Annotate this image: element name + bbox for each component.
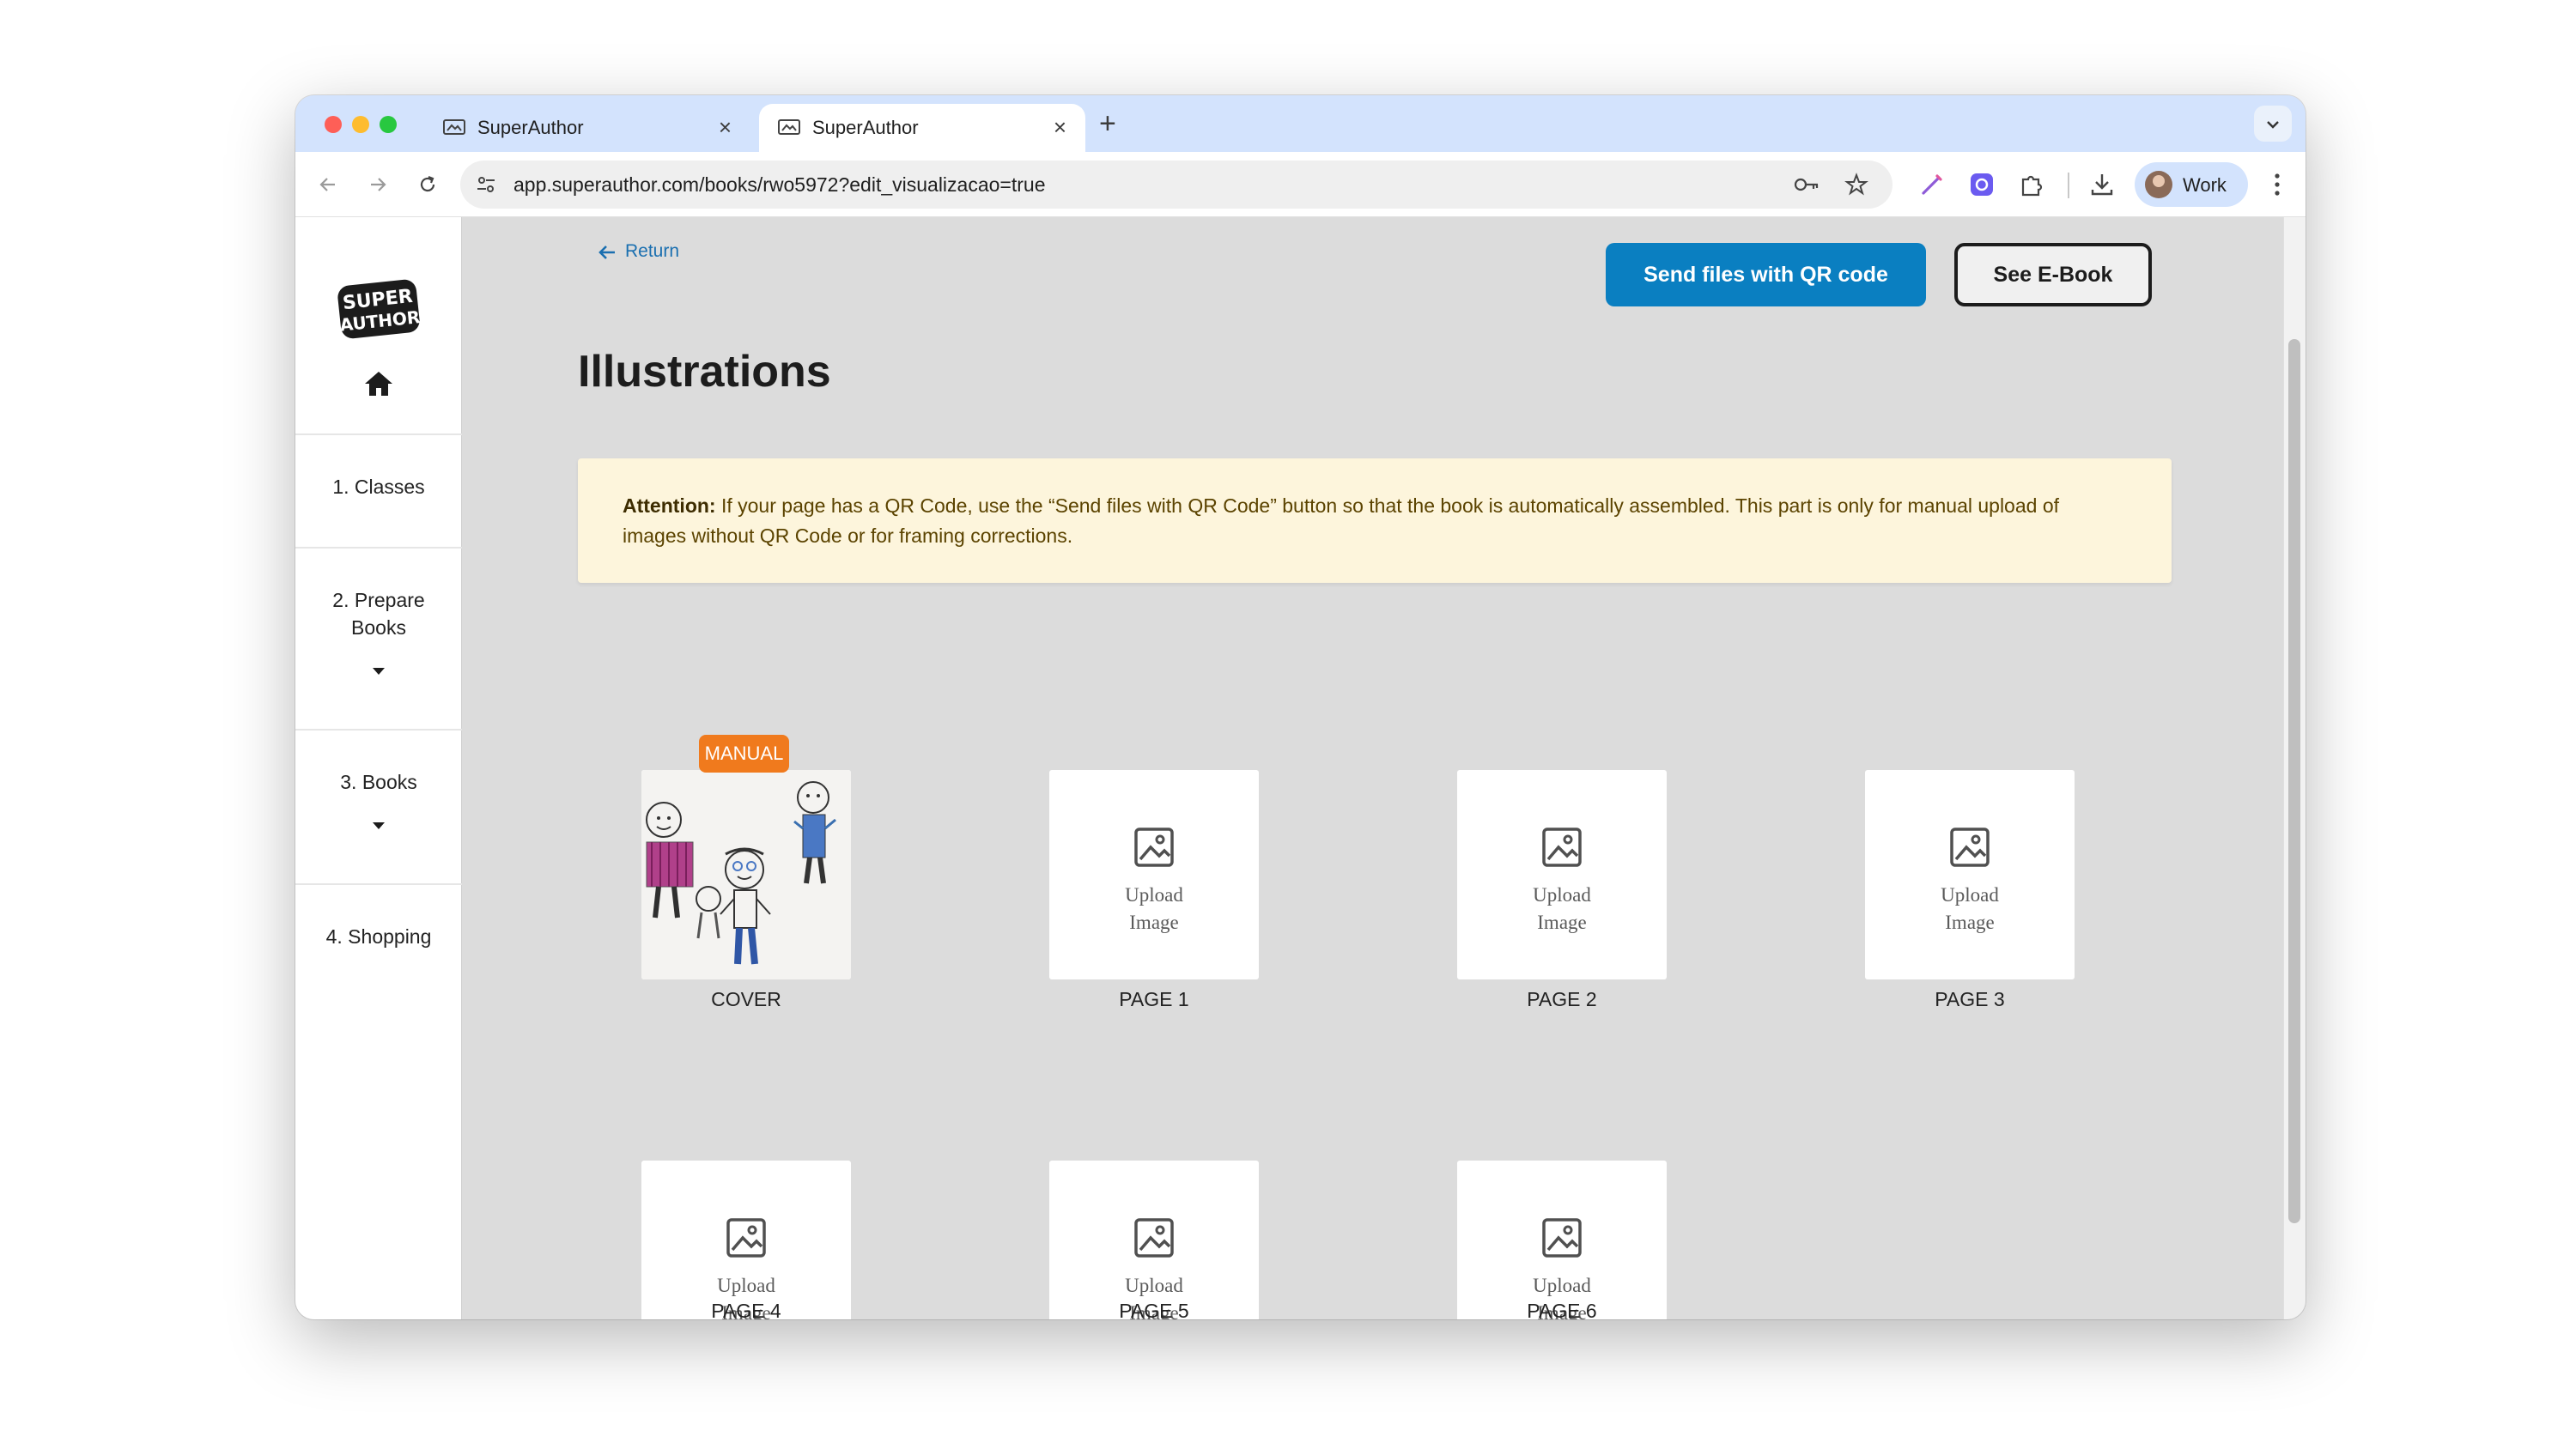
- page-label: PAGE 1: [1119, 988, 1189, 1010]
- puzzle-icon[interactable]: [2018, 171, 2045, 198]
- page-viewport: SUPER AUTHOR 1. Classes 2. Prepare Books…: [295, 217, 2306, 1319]
- upload-image-page-3[interactable]: Upload Image: [1865, 770, 2075, 979]
- scrollbar[interactable]: [2283, 217, 2306, 1319]
- tab-close-button[interactable]: ×: [1054, 114, 1066, 140]
- maximize-window-button[interactable]: [380, 116, 397, 133]
- download-icon[interactable]: [2088, 171, 2116, 198]
- upload-image-page-6[interactable]: Upload Image: [1457, 1161, 1667, 1319]
- upload-image-text: Upload Image: [1941, 884, 1999, 933]
- scrollbar-thumb[interactable]: [2288, 339, 2300, 1223]
- forward-button[interactable]: [361, 167, 395, 202]
- sidebar: SUPER AUTHOR 1. Classes 2. Prepare Books…: [295, 217, 462, 1319]
- site-info-icon[interactable]: [474, 173, 498, 197]
- image-icon: [1134, 1218, 1174, 1258]
- favicon-icon: [778, 119, 800, 135]
- manual-badge: MANUAL: [699, 735, 789, 773]
- page-label: PAGE 3: [1935, 988, 2005, 1010]
- tab-strip: SuperAuthor × SuperAuthor × +: [295, 95, 2306, 152]
- more-vert-icon[interactable]: [2270, 171, 2284, 198]
- return-label: Return: [625, 241, 680, 261]
- page-label: PAGE 5: [1119, 1300, 1189, 1319]
- box-extension-icon[interactable]: [1968, 171, 1996, 198]
- upload-image-text: Upload Image: [1125, 884, 1183, 933]
- image-icon: [1542, 1218, 1582, 1258]
- browser-toolbar: app.superauthor.com/books/rwo5972?edit_v…: [295, 152, 2306, 217]
- browser-window: SuperAuthor × SuperAuthor × + app.supera…: [295, 95, 2306, 1319]
- minimize-window-button[interactable]: [352, 116, 369, 133]
- profile-label: Work: [2183, 174, 2227, 196]
- cover-drawing-image: [641, 770, 851, 979]
- chevron-down-icon: [2267, 121, 2279, 129]
- browser-tab-1[interactable]: SuperAuthor ×: [424, 104, 750, 152]
- new-tab-button[interactable]: +: [1099, 109, 1116, 138]
- tab-search-button[interactable]: [2254, 106, 2292, 142]
- back-icon: [319, 178, 335, 191]
- close-window-button[interactable]: [325, 116, 342, 133]
- page-label: PAGE 2: [1527, 988, 1597, 1010]
- sidebar-divider: [295, 433, 462, 435]
- home-icon[interactable]: [363, 370, 394, 397]
- key-icon[interactable]: [1793, 173, 1820, 197]
- arrow-left-icon: [598, 246, 615, 259]
- attention-label: Attention:: [623, 494, 716, 517]
- back-button[interactable]: [311, 167, 345, 202]
- reload-icon: [420, 175, 435, 192]
- send-files-qr-button[interactable]: Send files with QR code: [1606, 243, 1926, 306]
- sidebar-item-books[interactable]: 3. Books: [295, 768, 462, 796]
- page-title: Illustrations: [578, 347, 831, 397]
- caret-down-icon[interactable]: [372, 822, 386, 830]
- cover-label: COVER: [711, 988, 781, 1010]
- sidebar-divider: [295, 547, 462, 549]
- superauthor-logo[interactable]: SUPER AUTHOR: [334, 279, 423, 339]
- image-icon: [726, 1218, 766, 1258]
- browser-tab-2[interactable]: SuperAuthor ×: [759, 104, 1085, 152]
- page-label: PAGE 6: [1527, 1300, 1597, 1319]
- upload-image-page-1[interactable]: Upload Image: [1049, 770, 1259, 979]
- image-icon: [1542, 828, 1582, 867]
- upload-image-page-4[interactable]: Upload Image: [641, 1161, 851, 1319]
- page-label: PAGE 4: [711, 1300, 781, 1319]
- reload-button[interactable]: [410, 167, 445, 202]
- caret-down-icon[interactable]: [372, 667, 386, 676]
- sidebar-divider: [295, 729, 462, 731]
- star-icon[interactable]: [1844, 173, 1868, 197]
- address-bar[interactable]: app.superauthor.com/books/rwo5972?edit_v…: [460, 161, 1893, 209]
- upload-image-text: Upload Image: [1533, 884, 1591, 933]
- image-icon: [1950, 828, 1990, 867]
- toolbar-divider: [2068, 173, 2069, 198]
- cover-thumbnail[interactable]: [641, 770, 851, 979]
- upload-image-page-2[interactable]: Upload Image: [1457, 770, 1667, 979]
- tab-title: SuperAuthor: [477, 117, 584, 138]
- image-icon: [1134, 828, 1174, 867]
- profile-button[interactable]: Work: [2135, 162, 2248, 207]
- url-text[interactable]: app.superauthor.com/books/rwo5972?edit_v…: [513, 173, 1045, 197]
- sidebar-item-prepare-books[interactable]: 2. Prepare Books: [295, 586, 462, 641]
- avatar: [2145, 171, 2172, 198]
- sidebar-item-shopping[interactable]: 4. Shopping: [295, 923, 462, 950]
- sidebar-divider: [295, 883, 462, 885]
- attention-notice: Attention: If your page has a QR Code, u…: [578, 458, 2172, 583]
- forward-icon: [371, 178, 386, 191]
- see-ebook-button[interactable]: See E-Book: [1954, 243, 2152, 306]
- favicon-icon: [443, 119, 465, 135]
- pen-extension-icon[interactable]: [1918, 171, 1946, 198]
- tab-title: SuperAuthor: [812, 117, 919, 138]
- upload-image-page-5[interactable]: Upload Image: [1049, 1161, 1259, 1319]
- tab-close-button[interactable]: ×: [719, 114, 732, 140]
- attention-text: If your page has a QR Code, use the “Sen…: [623, 494, 2059, 547]
- sidebar-item-classes[interactable]: 1. Classes: [295, 473, 462, 500]
